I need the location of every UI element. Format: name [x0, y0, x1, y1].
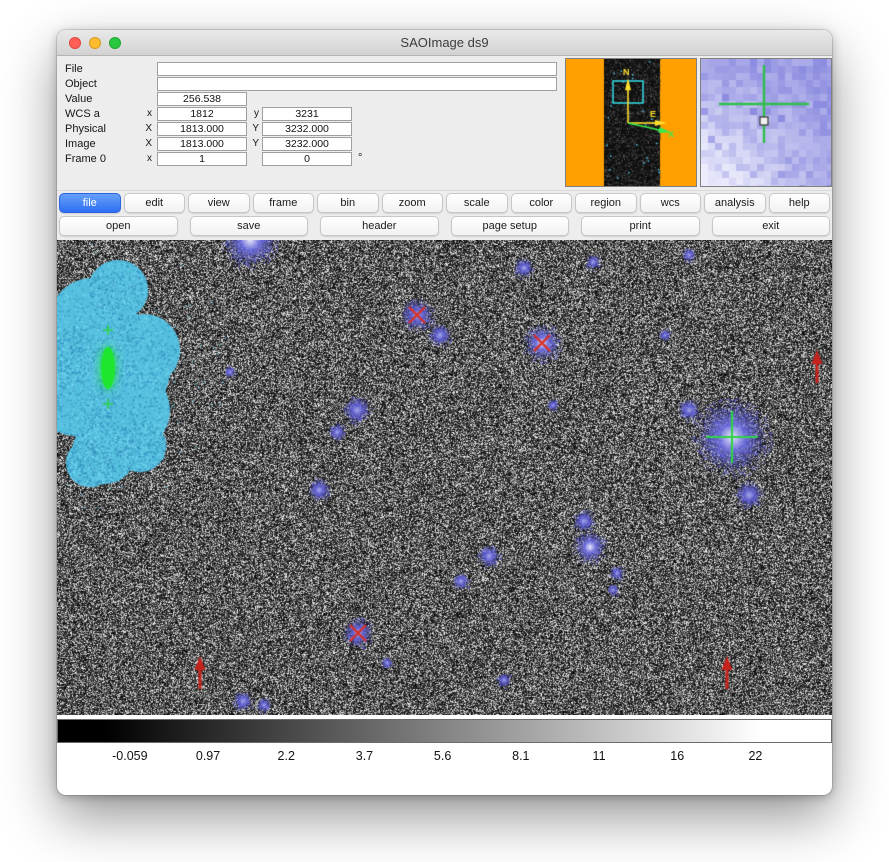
- physical-y-field[interactable]: 3232.000: [262, 122, 352, 136]
- wcs-y-label: y: [249, 108, 259, 119]
- colorbar-tick: 8.1: [512, 749, 529, 763]
- panner[interactable]: [565, 58, 697, 187]
- colorbar-tick: 0.97: [196, 749, 220, 763]
- frame-label: Frame 0: [65, 153, 106, 165]
- image-label: Image: [65, 138, 96, 150]
- menu-button-view[interactable]: view: [188, 193, 250, 213]
- image-y-field[interactable]: 3232.000: [262, 137, 352, 151]
- image-x-field[interactable]: 1813.000: [157, 137, 247, 151]
- file-button-header[interactable]: header: [320, 216, 439, 236]
- frame-x-field[interactable]: 1: [157, 152, 247, 166]
- file-button-print[interactable]: print: [581, 216, 700, 236]
- magnifier[interactable]: [700, 58, 832, 187]
- traffic-lights: [69, 30, 121, 55]
- physical-label: Physical: [65, 123, 106, 135]
- frame-x-label: x: [142, 153, 152, 164]
- menu-bar: fileeditviewframebinzoomscalecolorregion…: [57, 190, 832, 216]
- colorbar-tick: 11: [593, 749, 606, 763]
- colorbar-tick: 16: [670, 749, 684, 763]
- menu-button-frame[interactable]: frame: [253, 193, 315, 213]
- menu-button-help[interactable]: help: [769, 193, 831, 213]
- frame-angle-field[interactable]: 0: [262, 152, 352, 166]
- image-display[interactable]: [57, 240, 832, 715]
- menu-button-analysis[interactable]: analysis: [704, 193, 766, 213]
- physical-x-label: X: [142, 123, 152, 134]
- object-field[interactable]: [157, 77, 557, 91]
- file-button-save[interactable]: save: [190, 216, 309, 236]
- menu-button-region[interactable]: region: [575, 193, 637, 213]
- menu-button-file[interactable]: file: [59, 193, 121, 213]
- ds9-window: SAOImage ds9 File Object Value 256.538 W…: [57, 30, 832, 795]
- image-x-label: X: [142, 138, 152, 149]
- physical-y-label: Y: [249, 123, 259, 134]
- wcs-label: WCS a: [65, 108, 100, 120]
- file-label: File: [65, 63, 83, 75]
- menu-button-scale[interactable]: scale: [446, 193, 508, 213]
- colorbar[interactable]: [57, 719, 832, 743]
- colorbar-tick: 2.2: [278, 749, 295, 763]
- colorbar-tick: 22: [748, 749, 762, 763]
- minimize-button[interactable]: [89, 37, 101, 49]
- wcs-x-field[interactable]: 1812: [157, 107, 247, 121]
- menu-button-wcs[interactable]: wcs: [640, 193, 702, 213]
- value-label: Value: [65, 93, 92, 105]
- colorbar-tick: 5.6: [434, 749, 451, 763]
- colorbar-tick: -0.059: [112, 749, 147, 763]
- info-panel: File Object Value 256.538 WCS a x 1812 y…: [57, 56, 832, 190]
- file-button-bar: open save header page setup print exit: [57, 216, 832, 240]
- zoom-window-button[interactable]: [109, 37, 121, 49]
- colorbar-ticks: -0.059 0.97 2.2 3.7 5.6 8.1 11 16 22: [57, 743, 832, 767]
- degree-symbol: °: [358, 152, 362, 164]
- file-button-exit[interactable]: exit: [712, 216, 831, 236]
- menu-button-edit[interactable]: edit: [124, 193, 186, 213]
- close-button[interactable]: [69, 37, 81, 49]
- file-field[interactable]: [157, 62, 557, 76]
- wcs-x-label: x: [142, 108, 152, 119]
- object-label: Object: [65, 78, 97, 90]
- physical-x-field[interactable]: 1813.000: [157, 122, 247, 136]
- file-button-page-setup[interactable]: page setup: [451, 216, 570, 236]
- colorbar-tick: 3.7: [356, 749, 373, 763]
- menu-button-zoom[interactable]: zoom: [382, 193, 444, 213]
- value-field[interactable]: 256.538: [157, 92, 247, 106]
- wcs-y-field[interactable]: 3231: [262, 107, 352, 121]
- window-title: SAOImage ds9: [400, 35, 488, 50]
- menu-button-bin[interactable]: bin: [317, 193, 379, 213]
- image-y-label: Y: [249, 138, 259, 149]
- menu-button-color[interactable]: color: [511, 193, 573, 213]
- file-button-open[interactable]: open: [59, 216, 178, 236]
- titlebar[interactable]: SAOImage ds9: [57, 30, 832, 56]
